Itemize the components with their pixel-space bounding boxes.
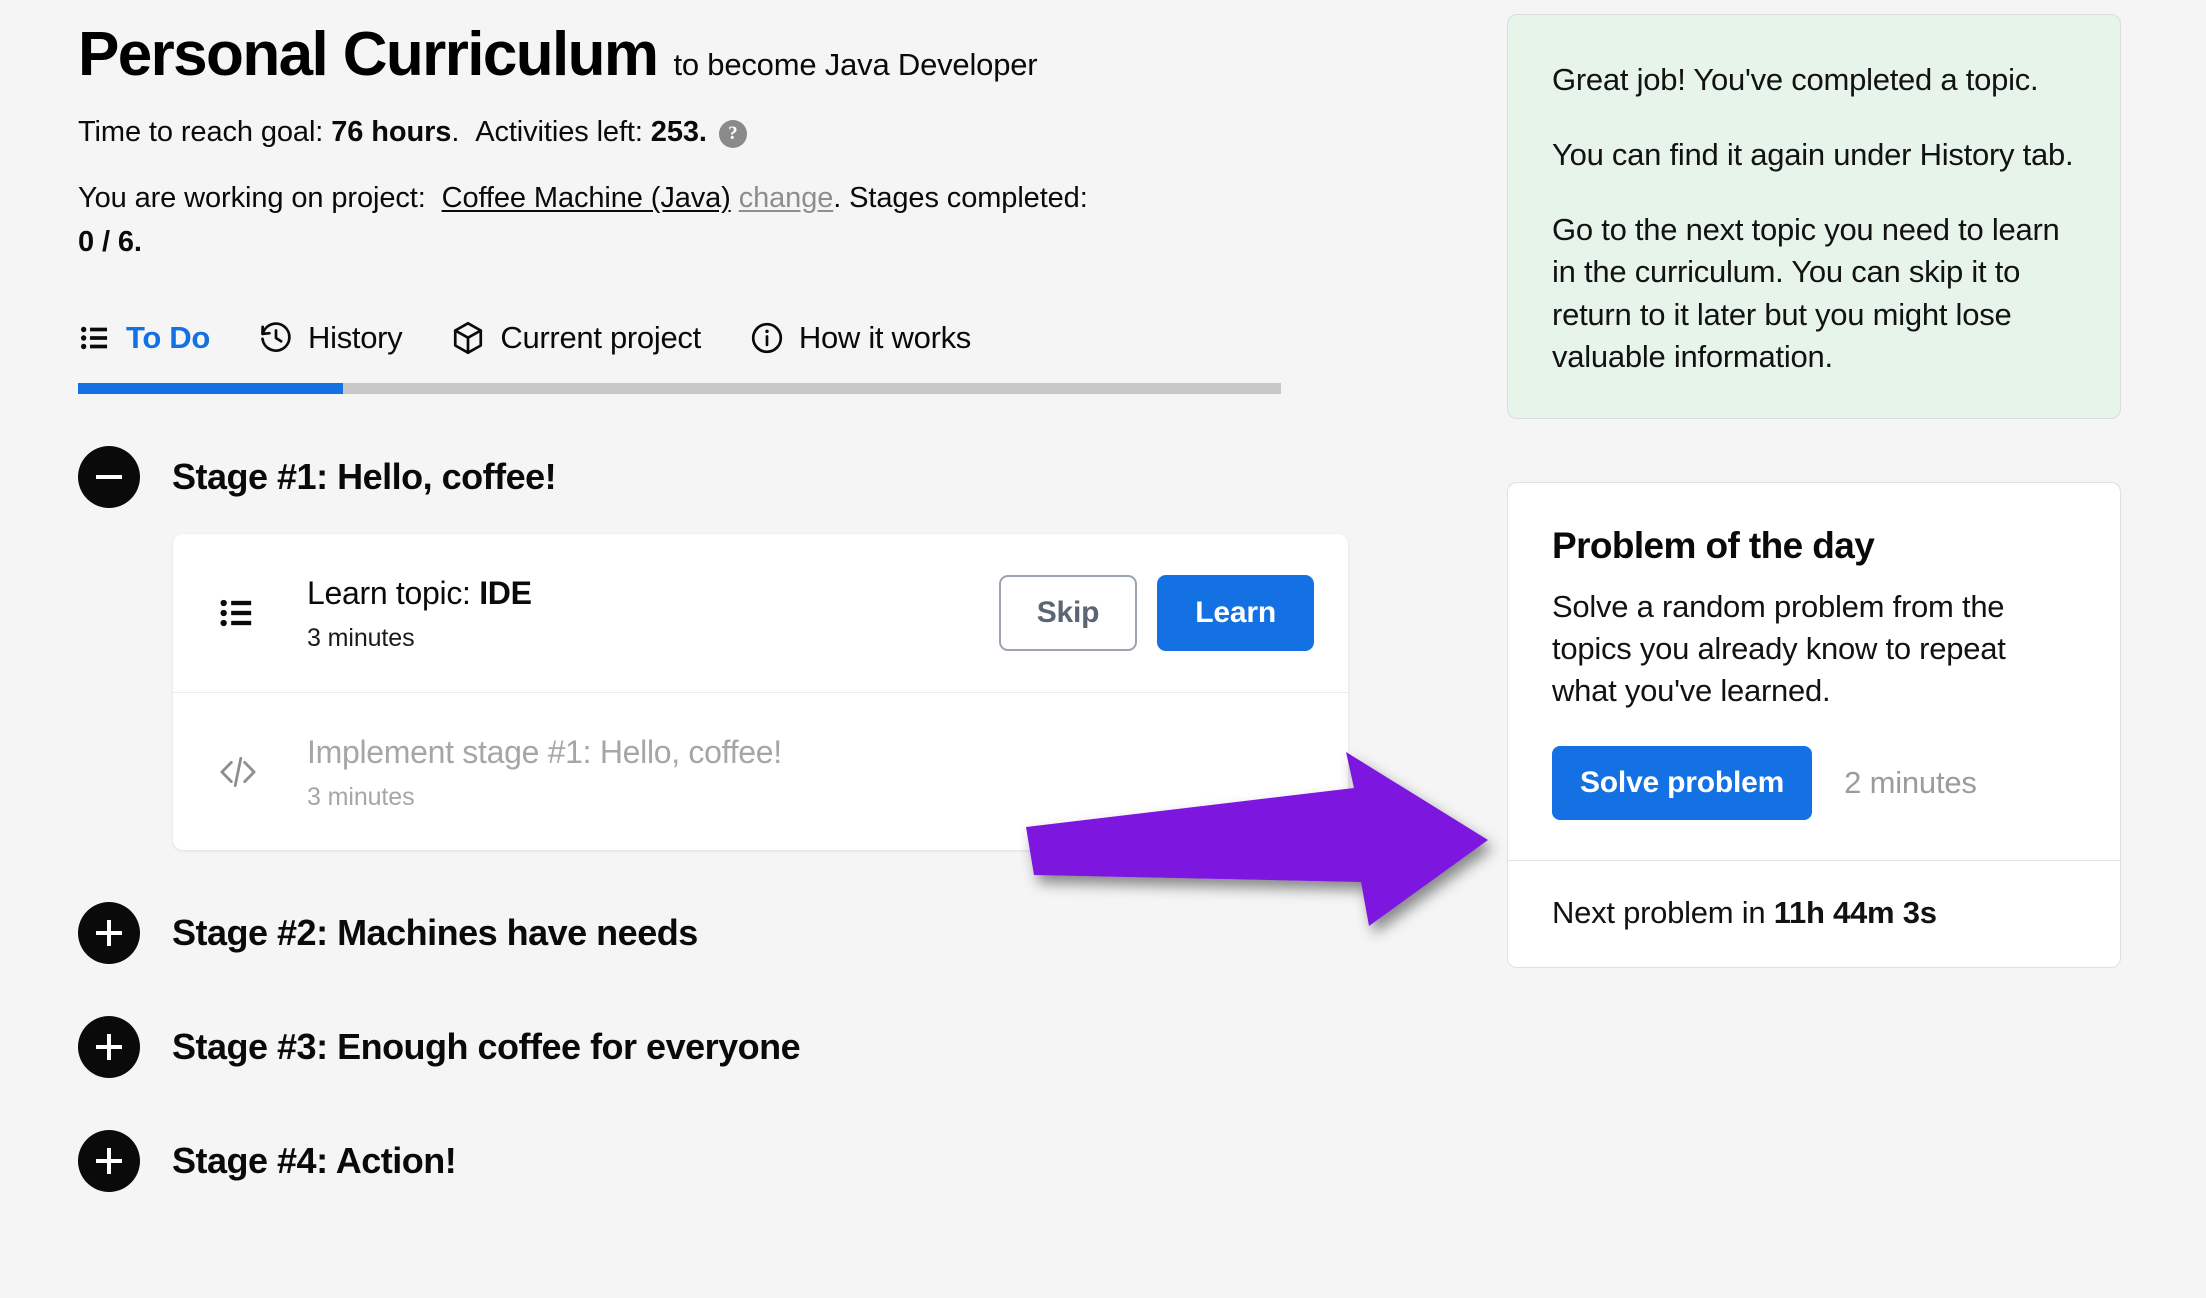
- cube-icon: [450, 320, 486, 356]
- activity-actions: Skip Learn: [998, 575, 1314, 652]
- help-question-icon[interactable]: ?: [718, 120, 747, 149]
- stage-section-1: Stage #1: Hello, coffee! Learn topic: ID…: [78, 446, 1408, 851]
- tip-paragraph: Great job! You've completed a topic.: [1552, 62, 2039, 97]
- project-summary: You are working on project: Coffee Machi…: [78, 177, 1388, 264]
- tab-to-do[interactable]: To Do: [78, 310, 210, 382]
- next-problem-prefix: Next problem in: [1552, 895, 1774, 931]
- curriculum-page: Personal Curriculum to become Java Devel…: [0, 0, 2206, 1298]
- sidebar: Great job! You've completed a topic. You…: [1507, 14, 2121, 969]
- activity-duration: 3 minutes: [307, 624, 415, 653]
- tab-to-do-label: To Do: [126, 320, 211, 356]
- stage-header-3[interactable]: Stage #3: Enough coffee for everyone: [78, 1016, 1408, 1079]
- code-icon: [217, 751, 293, 793]
- info-circle-icon: [749, 320, 785, 356]
- activity-row-learn-topic: Learn topic: IDE 3 minutes Skip Learn: [173, 534, 1348, 692]
- curriculum-progress-bar: [78, 383, 1281, 395]
- expand-stage-3-button[interactable]: [78, 1016, 140, 1079]
- time-to-goal-value: 76 hours: [331, 116, 452, 149]
- project-prefix-label: You are working on project:: [78, 182, 426, 215]
- progress-fill: [78, 383, 343, 395]
- stage-section-3: Stage #3: Enough coffee for everyone: [78, 1016, 1408, 1079]
- page-subtitle: to become Java Developer: [673, 47, 1038, 82]
- stage-title-3: Stage #3: Enough coffee for everyone: [172, 1026, 801, 1068]
- activity-row-implement-stage: Implement stage #1: Hello, coffee! 3 min…: [173, 692, 1348, 850]
- activity-text-block: Learn topic: IDE 3 minutes: [293, 573, 999, 653]
- list-icon: [217, 593, 293, 633]
- problem-card-title: Problem of the day: [1552, 524, 1875, 566]
- time-to-goal-label: Time to reach goal:: [78, 116, 324, 149]
- page-title: Personal Curriculum: [78, 20, 659, 89]
- tip-paragraph: You can find it again under History tab.: [1552, 137, 2074, 173]
- activities-left-label: Activities left:: [475, 116, 643, 149]
- problem-card-body: Problem of the day Solve a random proble…: [1508, 483, 2120, 860]
- completion-tip-card: Great job! You've completed a topic. You…: [1507, 14, 2121, 419]
- solve-problem-button[interactable]: Solve problem: [1552, 746, 1813, 821]
- change-project-link[interactable]: change: [739, 182, 834, 214]
- tab-bar: To Do History Current project How it wor…: [78, 310, 1408, 382]
- expand-stage-4-button[interactable]: [78, 1130, 140, 1193]
- next-problem-time: 11h 44m 3s: [1773, 895, 1937, 931]
- stage-header-4[interactable]: Stage #4: Action!: [78, 1130, 1408, 1193]
- collapse-stage-1-button[interactable]: [78, 446, 140, 509]
- project-name-link[interactable]: Coffee Machine (Java): [442, 182, 731, 214]
- stage-section-2: Stage #2: Machines have needs: [78, 902, 1408, 965]
- tab-history-label: History: [308, 320, 403, 356]
- stage-header-1[interactable]: Stage #1: Hello, coffee!: [78, 446, 1408, 509]
- tab-history[interactable]: History: [258, 310, 403, 382]
- goal-summary: Time to reach goal: 76 hours . Activitie…: [78, 111, 1408, 153]
- expand-stage-2-button[interactable]: [78, 902, 140, 965]
- activity-title-prefix: Learn topic:: [307, 575, 480, 612]
- tab-how-it-works-label: How it works: [798, 320, 971, 356]
- time-to-goal-period: .: [451, 116, 460, 149]
- activity-duration: 3 minutes: [307, 782, 415, 811]
- problem-duration: 2 minutes: [1844, 765, 1977, 801]
- learn-button[interactable]: Learn: [1157, 575, 1314, 652]
- project-suffix-label: . Stages completed:: [833, 182, 1088, 215]
- page-header: Personal Curriculum to become Java Devel…: [78, 22, 1408, 87]
- stages-completed-value: 0 / 6.: [78, 225, 142, 258]
- activities-left-value: 253: [650, 116, 699, 149]
- stage-section-4: Stage #4: Action!: [78, 1130, 1408, 1193]
- tip-paragraph: Go to the next topic you need to learn i…: [1552, 212, 2060, 374]
- main-content: Personal Curriculum to become Java Devel…: [78, 0, 1408, 1193]
- stage-header-2[interactable]: Stage #2: Machines have needs: [78, 902, 1408, 965]
- stage-title-2: Stage #2: Machines have needs: [172, 912, 698, 954]
- stage-title-1: Stage #1: Hello, coffee!: [172, 456, 557, 498]
- tab-current-project-label: Current project: [500, 320, 701, 356]
- activity-title: Learn topic: IDE: [307, 573, 999, 613]
- list-icon: [78, 321, 112, 355]
- activities-left-period: .: [698, 116, 707, 149]
- tab-how-it-works[interactable]: How it works: [749, 310, 971, 382]
- stage-1-activity-card: Learn topic: IDE 3 minutes Skip Learn Im…: [173, 534, 1348, 851]
- problem-card-description: Solve a random problem from the topics y…: [1552, 588, 2006, 709]
- problem-card-actions: Solve problem 2 minutes: [1552, 746, 2076, 821]
- next-problem-timer: Next problem in 11h 44m 3s: [1508, 860, 2120, 967]
- stage-title-4: Stage #4: Action!: [172, 1140, 457, 1182]
- tab-current-project[interactable]: Current project: [450, 310, 701, 382]
- activity-title-topic: IDE: [479, 575, 532, 612]
- problem-of-the-day-card: Problem of the day Solve a random proble…: [1507, 481, 2121, 969]
- skip-button[interactable]: Skip: [998, 575, 1138, 652]
- history-clock-icon: [258, 320, 294, 356]
- activity-text-block: Implement stage #1: Hello, coffee! 3 min…: [293, 732, 1314, 812]
- activity-title: Implement stage #1: Hello, coffee!: [307, 733, 782, 770]
